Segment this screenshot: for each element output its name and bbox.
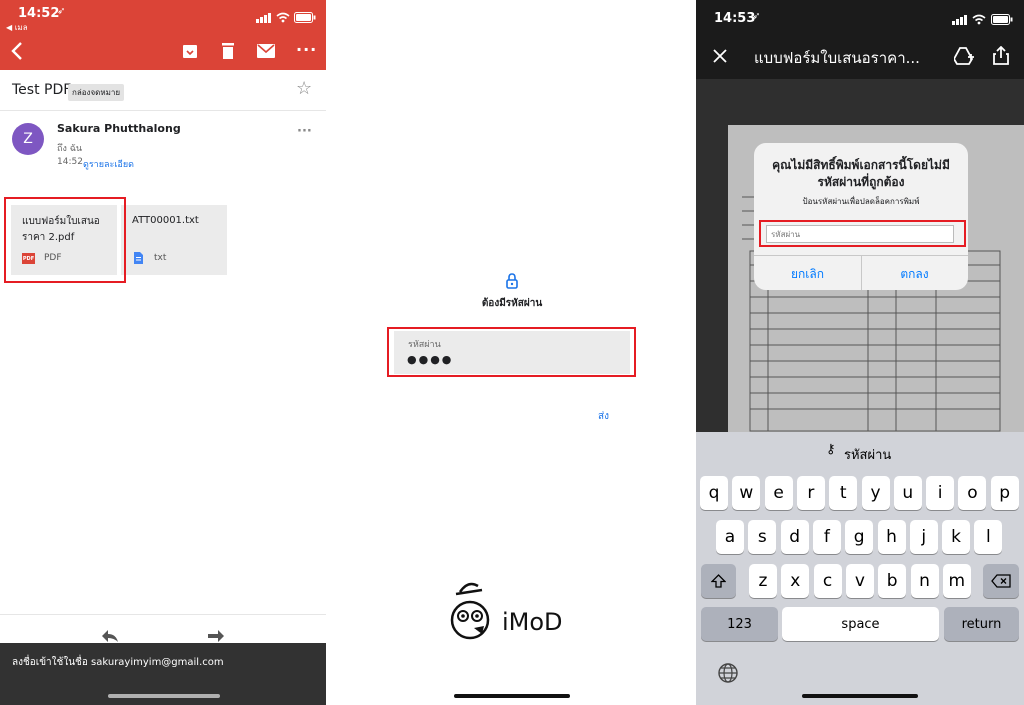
reply-icon[interactable] bbox=[102, 630, 118, 642]
pdf-viewer-panel: 14:53 ➶ แบบฟอร์มใบเสนอราคา... คุณไม่มีสิ… bbox=[696, 0, 1024, 705]
key-l[interactable]: l bbox=[974, 520, 1003, 554]
divider bbox=[0, 110, 326, 111]
password-title: ต้องมีรหัสผ่าน bbox=[481, 298, 543, 309]
delete-key[interactable] bbox=[983, 564, 1019, 598]
space-key[interactable]: space bbox=[782, 607, 939, 641]
key-icon: ⚷ bbox=[826, 442, 836, 457]
more-icon[interactable]: ··· bbox=[296, 40, 317, 59]
battery-icon bbox=[294, 12, 316, 23]
attachment-name: ATT00001.txt bbox=[132, 215, 199, 226]
star-icon[interactable]: ☆ bbox=[296, 78, 312, 99]
dialog-title: คุณไม่มีสิทธิ์พิมพ์เอกสารนี้โดยไม่มีรหัส… bbox=[772, 158, 950, 189]
home-indicator bbox=[802, 694, 918, 698]
key-v[interactable]: v bbox=[845, 564, 874, 598]
highlight-box bbox=[4, 197, 126, 283]
key-j[interactable]: j bbox=[909, 520, 938, 554]
sender-name: Sakura Phutthalong bbox=[57, 122, 181, 135]
password-dialog: คุณไม่มีสิทธิ์พิมพ์เอกสารนี้โดยไม่มีรหัส… bbox=[754, 143, 968, 290]
key-o[interactable]: o bbox=[958, 476, 987, 510]
home-indicator bbox=[108, 694, 220, 698]
numbers-key[interactable]: 123 bbox=[701, 607, 778, 641]
email-time: 14:52 bbox=[57, 157, 83, 167]
key-w[interactable]: w bbox=[732, 476, 761, 510]
document-icon bbox=[134, 252, 143, 264]
close-icon[interactable] bbox=[713, 49, 727, 63]
signin-bar: ลงชื่อเข้าใช้ในชื่อ sakurayimyim@gmail.c… bbox=[0, 643, 326, 705]
more-icon[interactable]: ··· bbox=[297, 124, 312, 139]
home-indicator bbox=[454, 694, 570, 698]
attachment-type: txt bbox=[154, 253, 167, 263]
highlight-box bbox=[387, 327, 636, 377]
key-k[interactable]: k bbox=[942, 520, 971, 554]
globe-icon[interactable] bbox=[717, 662, 739, 684]
key-r[interactable]: r bbox=[796, 476, 825, 510]
signal-icon bbox=[256, 13, 271, 23]
key-t[interactable]: t bbox=[829, 476, 858, 510]
key-m[interactable]: m bbox=[942, 564, 971, 598]
gmail-panel: 14:52 ➶ ◀ เมล ··· Test PDF กล่องจดหมาย ☆… bbox=[0, 0, 326, 705]
gmail-toolbar: ··· bbox=[0, 32, 326, 70]
label-badge[interactable]: กล่องจดหมาย bbox=[68, 84, 125, 101]
avatar[interactable]: Z bbox=[12, 123, 44, 155]
mail-icon[interactable] bbox=[257, 44, 275, 58]
wifi-icon bbox=[276, 12, 290, 23]
shift-key[interactable] bbox=[701, 564, 736, 598]
forward-icon[interactable] bbox=[208, 630, 224, 642]
key-y[interactable]: y bbox=[861, 476, 890, 510]
lock-icon bbox=[506, 273, 518, 289]
chevron-left-icon[interactable] bbox=[10, 41, 24, 61]
keyboard-suggestion[interactable]: รหัสผ่าน bbox=[844, 444, 891, 465]
trash-icon[interactable] bbox=[221, 42, 235, 60]
key-u[interactable]: u bbox=[893, 476, 922, 510]
archive-icon[interactable] bbox=[182, 43, 198, 59]
send-button[interactable]: ส่ง bbox=[598, 409, 609, 424]
email-subject: Test PDF bbox=[12, 82, 72, 98]
backspace-icon bbox=[991, 574, 1011, 588]
wifi-icon bbox=[972, 14, 986, 25]
key-b[interactable]: b bbox=[878, 564, 907, 598]
shift-icon bbox=[711, 574, 726, 588]
signin-text: ลงชื่อเข้าใช้ในชื่อ sakurayimyim@gmail.c… bbox=[12, 657, 224, 668]
attachment-txt[interactable]: ATT00001.txt txt bbox=[121, 205, 227, 275]
cancel-button[interactable]: ยกเลิก bbox=[754, 265, 861, 284]
status-bar: 14:52 ➶ ◀ เมล bbox=[0, 0, 326, 32]
document-title: แบบฟอร์มใบเสนอราคา... bbox=[754, 49, 920, 67]
keyboard: ⚷ รหัสผ่าน qwertyuiop asdfghjkl zxcvbnm … bbox=[696, 432, 1024, 705]
key-x[interactable]: x bbox=[781, 564, 810, 598]
location-icon: ➶ bbox=[752, 11, 761, 22]
key-g[interactable]: g bbox=[845, 520, 874, 554]
details-link[interactable]: ดูรายละเอียด bbox=[83, 157, 134, 171]
highlight-box bbox=[759, 220, 966, 247]
key-z[interactable]: z bbox=[749, 564, 777, 598]
battery-icon bbox=[991, 14, 1013, 25]
key-e[interactable]: e bbox=[764, 476, 793, 510]
key-d[interactable]: d bbox=[780, 520, 809, 554]
ok-button[interactable]: ตกลง bbox=[861, 265, 968, 284]
imod-logo-text: iMoD bbox=[502, 608, 563, 636]
status-time: 14:53 bbox=[714, 11, 756, 26]
recipient-text: ถึง ฉัน bbox=[57, 144, 82, 154]
key-f[interactable]: f bbox=[812, 520, 841, 554]
return-key[interactable]: return bbox=[944, 607, 1019, 641]
key-n[interactable]: n bbox=[910, 564, 939, 598]
key-a[interactable]: a bbox=[716, 520, 744, 554]
location-icon: ➶ bbox=[57, 6, 66, 17]
password-panel: ต้องมีรหัสผ่าน รหัสผ่าน ●●●● ส่ง iMoD bbox=[326, 0, 696, 705]
status-time: 14:52 bbox=[18, 6, 60, 21]
divider bbox=[0, 614, 326, 615]
key-i[interactable]: i bbox=[926, 476, 955, 510]
dialog-message: ป้อนรหัสผ่านเพื่อปลดล็อคการพิมพ์ bbox=[802, 197, 920, 206]
key-s[interactable]: s bbox=[748, 520, 777, 554]
key-c[interactable]: c bbox=[813, 564, 842, 598]
imod-logo-icon bbox=[450, 582, 490, 640]
key-p[interactable]: p bbox=[990, 476, 1019, 510]
drive-add-icon[interactable] bbox=[954, 47, 974, 65]
key-h[interactable]: h bbox=[877, 520, 906, 554]
key-q[interactable]: q bbox=[700, 476, 728, 510]
signal-icon bbox=[952, 15, 967, 25]
share-icon[interactable] bbox=[993, 46, 1009, 65]
